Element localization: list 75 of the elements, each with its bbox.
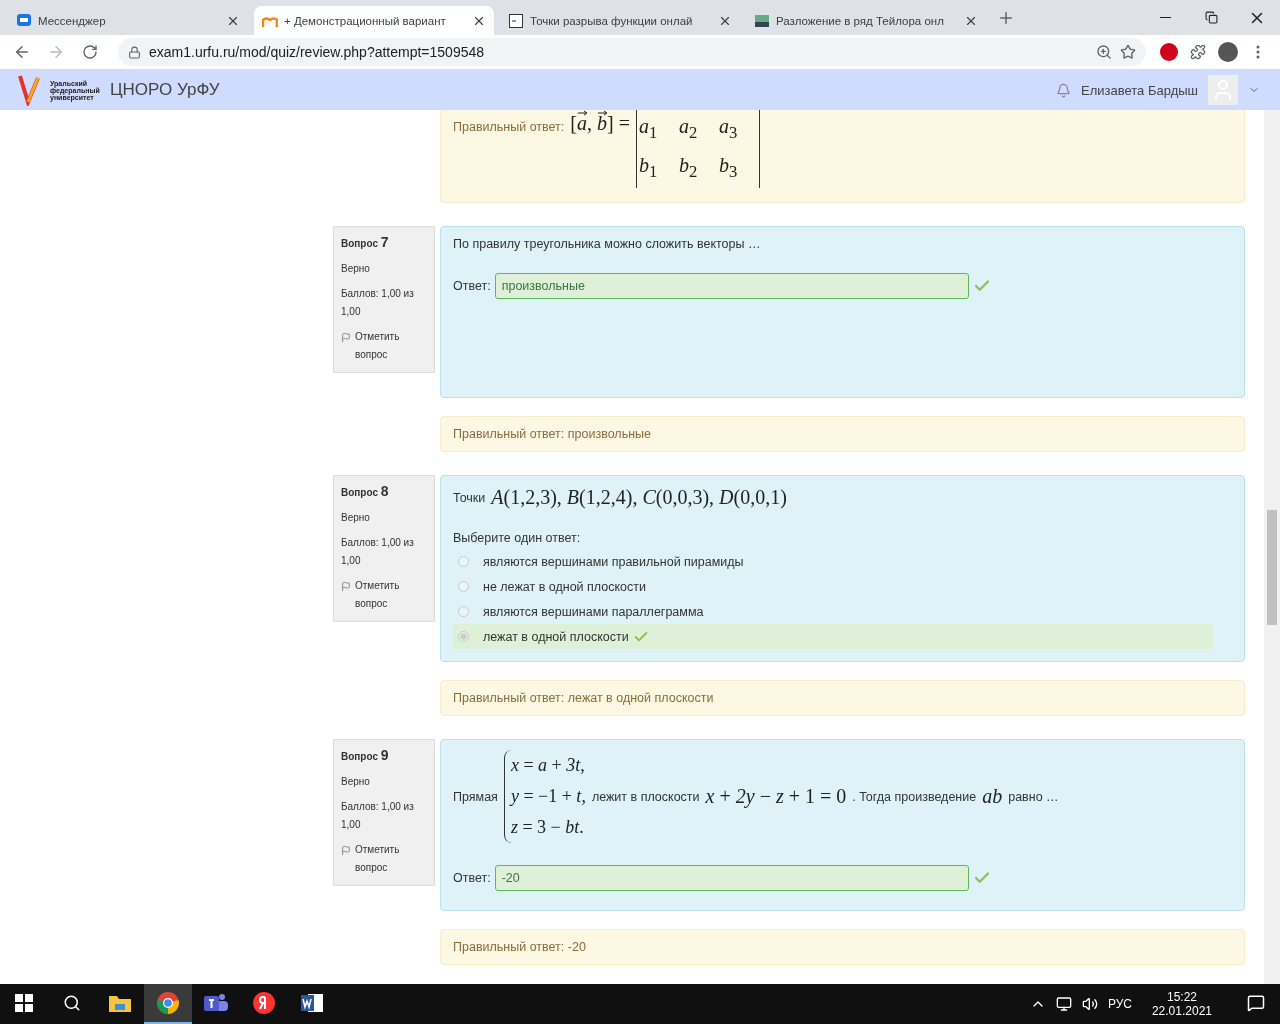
notification-bell-icon[interactable] [1056,82,1072,98]
question-text: . Тогда произведение [852,789,977,804]
address-bar[interactable]: exam1.urfu.ru/mod/quiz/review.php?attempt=1509548 [118,38,1146,66]
formula: x + 2y − z + 1 = 0 [705,785,847,808]
question-text: По правилу треугольника можно сложить векторы … [453,237,761,251]
scrollbar-thumb[interactable] [1267,510,1277,625]
flag-question-link[interactable]: Отметить вопрос [354,577,427,613]
question-number: Вопрос 7 [341,233,390,252]
bookmark-star-icon[interactable] [1120,44,1136,60]
user-name[interactable]: Елизавета Бардыш [1081,82,1198,98]
forward-arrow-icon [47,43,65,61]
teams-icon [203,992,229,1014]
question-grade: Баллов: 1,00 из 1,00 [341,536,415,568]
folder-icon [108,993,132,1013]
flag-question-link[interactable]: Отметить вопрос [354,328,427,364]
answer-field[interactable]: произвольные [494,273,969,299]
taskbar-app-button[interactable] [144,984,192,1024]
formula: [a, b] = [570,112,630,135]
question-text: Точки [453,490,486,505]
restore-icon [1204,11,1218,24]
site-name[interactable]: ЦНОРО УрФУ [110,80,220,100]
formula: A(1,2,3), B(1,2,4), C(0,0,3), D(0,0,1) [491,486,787,509]
flag-icon [341,845,351,856]
question-status: Верно [341,775,371,789]
question-text: лежит в плоскости [591,789,700,804]
windows-logo-icon [15,994,33,1012]
question-number: Вопрос 8 [341,482,390,501]
minimize-icon [1159,17,1171,18]
clock[interactable]: 15:22 22.01.2021 [1141,990,1222,1018]
page-favicon-icon [508,12,524,29]
answer-instruction: Выберите один ответ: [453,531,582,545]
network-icon[interactable] [1055,996,1072,1012]
correct-answer-text: Правильный ответ: лежат в одной плоскости [453,691,714,705]
flag-question-link[interactable]: Отметить вопрос [354,841,427,877]
correct-answer-label: Правильный ответ: [453,120,565,134]
browser-tab[interactable]: + Демонстрационный вариант [254,6,494,35]
answer-field[interactable]: -20 [494,865,969,891]
zoom-icon[interactable] [1096,44,1112,60]
equation-system: x = a + 3t, y = −1 + t, z = 3 − bt. [503,750,586,843]
yandex-icon [252,991,276,1015]
picture-favicon-icon [754,12,770,29]
question-number: Вопрос 9 [341,746,390,765]
browser-tab[interactable]: Разложение в ряд Тейлора онл [746,6,986,35]
flag-icon [341,581,351,592]
answer-label: Ответ: [453,279,491,293]
chat-favicon-icon [16,12,32,29]
notification-icon [1247,994,1265,1012]
answer-label: Ответ: [453,871,491,885]
correct-answer-text: Правильный ответ: -20 [453,940,586,954]
question-text: Прямая [453,789,498,804]
browser-tab[interactable]: Мессенджер [8,6,248,35]
volume-icon[interactable] [1081,996,1098,1012]
question-grade: Баллов: 1,00 из 1,00 [341,287,415,319]
flag-icon [341,332,351,343]
profile-avatar[interactable] [1218,42,1238,62]
question-grade: Баллов: 1,00 из 1,00 [341,800,415,832]
correct-answer-text: Правильный ответ: произвольные [453,427,651,441]
word-icon [300,992,324,1014]
reload-icon [82,44,98,60]
vector-arrow-icon [578,110,588,116]
answer-option[interactable]: лежат в одной плоскости [453,624,1213,649]
puzzle-icon [1190,44,1206,60]
question-text: равно … [1008,789,1059,804]
lock-icon [128,45,141,59]
browser-tab[interactable]: Точки разрыва функции онлай [500,6,740,35]
vector-arrow-icon [598,110,608,116]
language-indicator[interactable]: РУС [1107,997,1132,1011]
chrome-icon [156,991,180,1015]
university-logo-icon [18,74,40,106]
question-status: Верно [341,511,371,525]
formula: ab [982,785,1003,808]
question-status: Верно [341,262,371,276]
menu-dots-icon [1256,44,1260,60]
search-icon [63,994,81,1012]
determinant: a$_{1}$ a$_{2}$ a$_{3}$ b$_{1}$ b$_{2}$ b$_{3}$ [635,110,760,188]
